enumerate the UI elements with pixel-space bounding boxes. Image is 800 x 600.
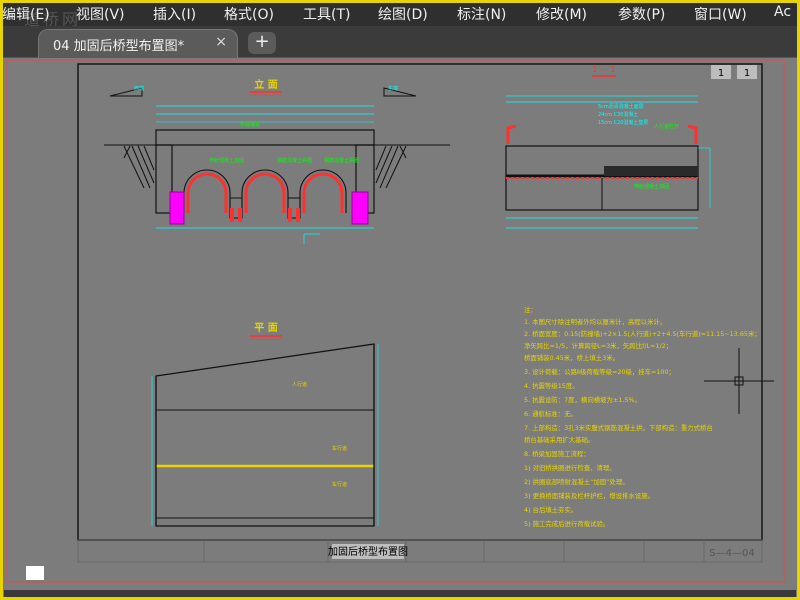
menu-edit[interactable]: 编辑(E)	[2, 4, 50, 24]
plan-label-2: 车行道	[332, 445, 347, 452]
menu-view[interactable]: 视图(V)	[76, 4, 125, 24]
menu-draw[interactable]: 绘图(D)	[378, 4, 428, 24]
section-note: 喷射混凝土加固	[634, 183, 669, 190]
plan-label-1: 人行道	[292, 381, 307, 388]
note-line: 2. 桥面宽度：0.15(防撞墙)+2×1.5(人行道)+2+4.5(车行道)=…	[524, 329, 761, 338]
sheet-title: 加固后桥型布置图	[328, 545, 408, 558]
section-label-4: 人行道栏杆	[654, 123, 679, 130]
section-label-3: 15cm C20混凝土垫层	[598, 119, 648, 126]
note-line: 5) 施工完成后进行荷载试验。	[524, 519, 609, 528]
menu-dimension[interactable]: 标注(N)	[457, 4, 506, 24]
note-line: 注：	[524, 305, 537, 314]
menu-more[interactable]: Ac	[774, 4, 791, 20]
title-block	[77, 539, 763, 563]
crosshair-cursor-icon	[704, 348, 774, 414]
note-line: 2) 拱圈底部喷射混凝土“加固”处理。	[524, 477, 629, 486]
new-tab-button[interactable]: +	[248, 32, 276, 54]
paper-border	[5, 59, 785, 583]
menu-parameters[interactable]: 参数(P)	[618, 4, 665, 24]
note-line: 5. 抗震设防：7度，横向横坡为±1.5%。	[524, 395, 641, 404]
plan-view: 平 面 人行道 车行道 车行道	[151, 322, 379, 527]
elevation-title: 立 面	[254, 78, 277, 91]
menu-window[interactable]: 窗口(W)	[694, 4, 747, 24]
menu-modify[interactable]: 修改(M)	[536, 4, 587, 24]
close-icon[interactable]: ×	[215, 34, 227, 50]
note-line: 1) 对旧桥拱圈进行检查、清理。	[524, 463, 616, 472]
status-strip	[4, 590, 796, 598]
note-line: 净矢跨比=1/5，计算跨径L=3米，矢跨比f/L=1/2；	[524, 341, 672, 350]
section-title: 1 — 1	[592, 65, 615, 74]
elevation-view: 立 面 西端 东端 桥面铺装 喷射混凝土加固 钢筋混凝土拱圈 钢筋混凝土拱圈	[104, 78, 450, 244]
section-label-1: 5cm沥青混凝土面层	[598, 103, 644, 110]
note-line: 3) 更换桥面铺装及栏杆护栏，增设排水设施。	[524, 491, 654, 500]
left-mark: 西端	[134, 85, 144, 92]
right-mark: 东端	[388, 85, 398, 92]
drawing-canvas[interactable]: 加固后桥型布置图 S—4—04 1 1 立 面 西端 东端 桥面铺装 喷射混凝土…	[4, 58, 796, 596]
elevation-label-2: 喷射混凝土加固	[209, 157, 244, 164]
elevation-label-4: 钢筋混凝土拱圈	[324, 157, 359, 164]
menu-insert[interactable]: 插入(I)	[153, 4, 196, 24]
note-line: 4. 抗震等级15度。	[524, 381, 579, 390]
plan-label-3: 车行道	[332, 481, 347, 488]
note-line: 3. 设计荷载：公路Ⅱ级荷载等级=20级，挂车=100；	[524, 367, 675, 376]
note-line: 6. 通航标准：无。	[524, 409, 577, 418]
ucs-icon	[26, 566, 44, 580]
note-line: 4) 台后填土夯实。	[524, 505, 577, 514]
drawing-svg: 加固后桥型布置图 S—4—04 1 1 立 面 西端 东端 桥面铺装 喷射混凝土…	[5, 59, 785, 583]
tab-label: 04 加固后桥型布置图*	[53, 39, 185, 54]
elevation-label-3: 钢筋混凝土拱圈	[277, 157, 312, 164]
tab-drawing[interactable]: 04 加固后桥型布置图* ×	[38, 29, 238, 58]
section-marker-right: 1	[744, 68, 750, 79]
section-marker-left: 1	[718, 68, 724, 79]
elevation-label-1: 桥面铺装	[240, 121, 260, 128]
drawing-frame	[77, 63, 763, 541]
note-line: 桥面铺装0.45米，桥上填土3米。	[524, 353, 619, 362]
section-label-2: 24cm C30混凝土	[598, 111, 638, 118]
menu-bar: 道桥网 编辑(E) 视图(V) 插入(I) 格式(O) 工具(T) 绘图(D) …	[0, 0, 800, 26]
note-line: 7. 上部构造：3孔3米实腹式钢筋混凝土拱，下部构造：重力式桥台	[524, 423, 713, 432]
note-line: 8. 桥梁加固施工流程：	[524, 449, 590, 458]
sheet-number: S—4—04	[709, 548, 754, 559]
cross-section-view: 1 — 1 5cm沥青混凝土面层 24cm C30混凝土 15cm C20混凝土…	[505, 65, 711, 229]
menu-tools[interactable]: 工具(T)	[303, 4, 350, 24]
menu-format[interactable]: 格式(O)	[224, 4, 274, 24]
document-tab-bar: 04 加固后桥型布置图* × +	[0, 26, 800, 58]
plan-title: 平 面	[254, 322, 277, 334]
note-line: 桥台基础采用扩大基础。	[524, 435, 594, 444]
notes-block: 注： 1. 本图尺寸除注明者外均以厘米计，高程以米计。 2. 桥面宽度：0.15…	[524, 305, 761, 528]
note-line: 1. 本图尺寸除注明者外均以厘米计，高程以米计。	[524, 317, 666, 326]
